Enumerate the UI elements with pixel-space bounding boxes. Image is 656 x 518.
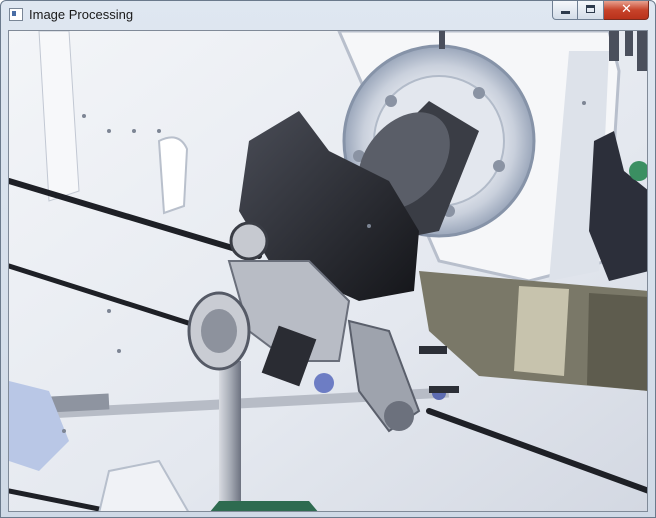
processed-camera-image <box>9 31 647 511</box>
window-title: Image Processing <box>29 7 134 22</box>
maximize-icon <box>586 5 595 13</box>
maximize-button[interactable] <box>578 1 604 20</box>
support-post <box>219 361 241 511</box>
lower-joint-center <box>201 309 237 353</box>
lower-arm-pivot <box>384 401 414 431</box>
window-app-icon[interactable] <box>9 8 23 21</box>
image-display-area <box>8 30 648 512</box>
image-processing-window: Image Processing ✕ <box>0 0 656 518</box>
minimize-icon <box>561 11 570 14</box>
joint-pivot <box>229 221 269 261</box>
textured-panel-highlight <box>514 286 569 376</box>
window-controls: ✕ <box>552 1 649 21</box>
close-button[interactable]: ✕ <box>604 1 649 20</box>
pipe-fitting <box>157 136 189 215</box>
green-base <box>210 501 318 511</box>
textured-panel-dark <box>587 293 647 391</box>
title-bar[interactable]: Image Processing ✕ <box>1 1 655 30</box>
close-icon: ✕ <box>621 2 632 17</box>
minimize-button[interactable] <box>552 1 578 20</box>
